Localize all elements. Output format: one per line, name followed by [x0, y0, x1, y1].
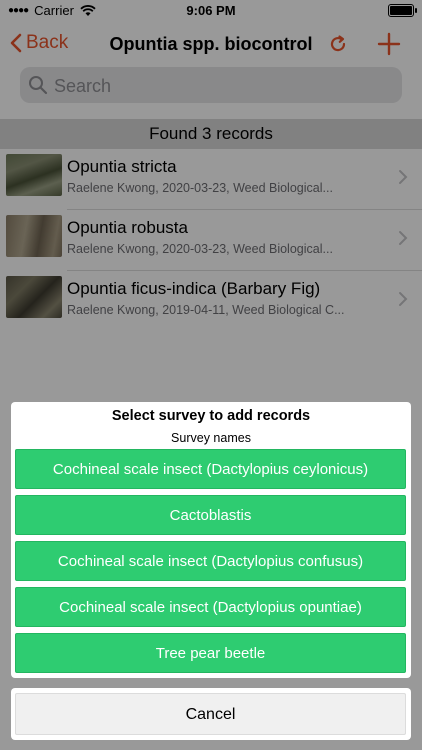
survey-option-button[interactable]: Cochineal scale insect (Dactylopius ceyl… — [15, 449, 406, 489]
sheet-subheading: Survey names — [171, 431, 251, 445]
cancel-button[interactable]: Cancel — [15, 693, 406, 735]
survey-action-sheet: Select survey to add records Survey name… — [11, 402, 411, 678]
survey-option-button[interactable]: Cochineal scale insect (Dactylopius conf… — [15, 541, 406, 581]
sheet-heading: Select survey to add records — [111, 408, 311, 424]
cancel-container: Cancel — [11, 688, 411, 740]
survey-option-button[interactable]: Cochineal scale insect (Dactylopius opun… — [15, 587, 406, 627]
survey-option-button[interactable]: Tree pear beetle — [15, 633, 406, 673]
survey-option-button[interactable]: Cactoblastis — [15, 495, 406, 535]
